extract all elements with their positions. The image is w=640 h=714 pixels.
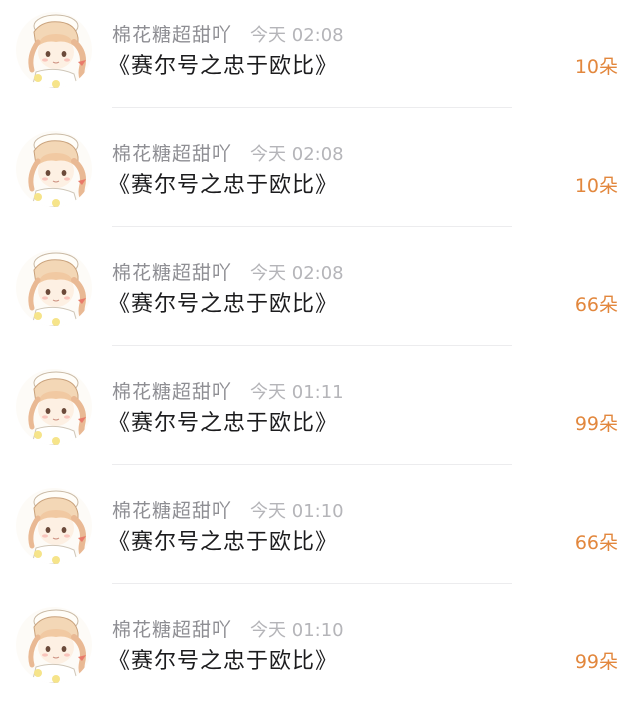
user-avatar-icon[interactable] xyxy=(16,488,92,564)
username[interactable]: 棉花糖超甜吖 xyxy=(112,381,232,403)
divider xyxy=(112,226,512,227)
book-title[interactable]: 《赛尔号之忠于欧比》 xyxy=(108,405,338,437)
timestamp: 今天 01:10 xyxy=(250,501,344,522)
gift-record-list: 棉花糖超甜吖 今天 02:08 《赛尔号之忠于欧比》 10朵 棉花糖超甜吖 今天… xyxy=(0,0,640,707)
list-item[interactable]: 棉花糖超甜吖 今天 02:08 《赛尔号之忠于欧比》 10朵 xyxy=(0,119,640,238)
user-avatar-icon[interactable] xyxy=(16,12,92,88)
username[interactable]: 棉花糖超甜吖 xyxy=(112,262,232,284)
username[interactable]: 棉花糖超甜吖 xyxy=(112,143,232,165)
item-meta: 棉花糖超甜吖 今天 02:08 xyxy=(112,20,344,46)
username[interactable]: 棉花糖超甜吖 xyxy=(112,500,232,522)
book-title[interactable]: 《赛尔号之忠于欧比》 xyxy=(108,286,338,318)
item-meta: 棉花糖超甜吖 今天 02:08 xyxy=(112,258,344,284)
flower-count: 99朵 xyxy=(574,413,618,435)
item-meta: 棉花糖超甜吖 今天 02:08 xyxy=(112,139,344,165)
user-avatar-icon[interactable] xyxy=(16,250,92,326)
timestamp: 今天 01:11 xyxy=(250,382,344,403)
divider xyxy=(112,107,512,108)
timestamp: 今天 02:08 xyxy=(250,25,344,46)
item-meta: 棉花糖超甜吖 今天 01:10 xyxy=(112,496,344,522)
book-title[interactable]: 《赛尔号之忠于欧比》 xyxy=(108,48,338,80)
username[interactable]: 棉花糖超甜吖 xyxy=(112,24,232,46)
flower-count: 66朵 xyxy=(574,532,618,554)
list-item[interactable]: 棉花糖超甜吖 今天 01:11 《赛尔号之忠于欧比》 99朵 xyxy=(0,357,640,476)
timestamp: 今天 02:08 xyxy=(250,144,344,165)
book-title[interactable]: 《赛尔号之忠于欧比》 xyxy=(108,524,338,556)
list-item[interactable]: 棉花糖超甜吖 今天 01:10 《赛尔号之忠于欧比》 66朵 xyxy=(0,476,640,595)
item-meta: 棉花糖超甜吖 今天 01:11 xyxy=(112,377,344,403)
book-title[interactable]: 《赛尔号之忠于欧比》 xyxy=(108,643,338,675)
user-avatar-icon[interactable] xyxy=(16,607,92,683)
flower-count: 66朵 xyxy=(574,294,618,316)
user-avatar-icon[interactable] xyxy=(16,369,92,445)
divider xyxy=(112,345,512,346)
username[interactable]: 棉花糖超甜吖 xyxy=(112,619,232,641)
book-title[interactable]: 《赛尔号之忠于欧比》 xyxy=(108,167,338,199)
timestamp: 今天 01:10 xyxy=(250,620,344,641)
divider xyxy=(112,583,512,584)
timestamp: 今天 02:08 xyxy=(250,263,344,284)
list-item[interactable]: 棉花糖超甜吖 今天 01:10 《赛尔号之忠于欧比》 99朵 xyxy=(0,595,640,714)
item-meta: 棉花糖超甜吖 今天 01:10 xyxy=(112,615,344,641)
divider xyxy=(112,464,512,465)
flower-count: 10朵 xyxy=(574,175,618,197)
list-item[interactable]: 棉花糖超甜吖 今天 02:08 《赛尔号之忠于欧比》 66朵 xyxy=(0,238,640,357)
flower-count: 10朵 xyxy=(574,56,618,78)
list-item[interactable]: 棉花糖超甜吖 今天 02:08 《赛尔号之忠于欧比》 10朵 xyxy=(0,0,640,119)
user-avatar-icon[interactable] xyxy=(16,131,92,207)
flower-count: 99朵 xyxy=(574,651,618,673)
